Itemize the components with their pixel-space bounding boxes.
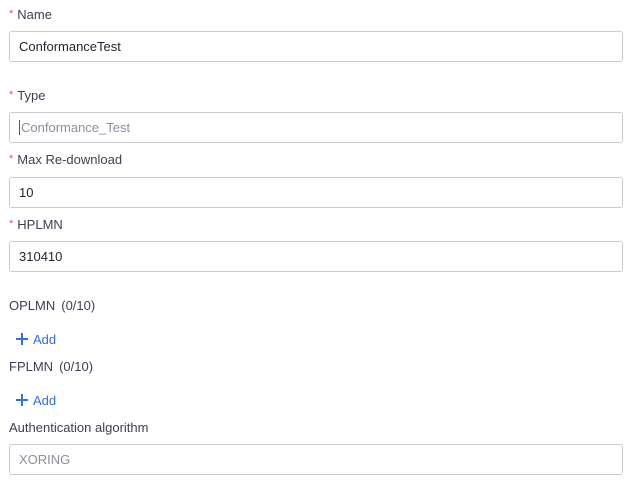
auth-algorithm-label: Authentication algorithm xyxy=(9,420,148,436)
hplmn-input[interactable]: 310410 xyxy=(9,241,623,272)
text-cursor xyxy=(19,120,20,136)
auth-algorithm-value: XORING xyxy=(19,452,71,467)
fplmn-label: FPLMN (0/10) xyxy=(9,359,93,375)
oplmn-label: OPLMN (0/10) xyxy=(9,298,95,314)
max-redownload-label-text: Max Re-download xyxy=(17,152,123,167)
plus-icon xyxy=(16,394,28,406)
type-label: * Type xyxy=(9,88,45,105)
oplmn-label-text: OPLMN xyxy=(9,298,56,313)
required-marker: * xyxy=(9,218,14,230)
required-marker: * xyxy=(9,153,14,165)
fplmn-count: (0/10) xyxy=(59,359,94,374)
max-redownload-value: 10 xyxy=(19,185,34,200)
required-marker: * xyxy=(9,8,14,20)
name-label-text: Name xyxy=(17,7,52,22)
name-input[interactable]: ConformanceTest xyxy=(9,31,623,62)
hplmn-value: 310410 xyxy=(19,249,63,264)
name-value: ConformanceTest xyxy=(19,39,121,54)
type-value: Conformance_Test xyxy=(21,120,131,135)
plus-icon xyxy=(16,333,28,345)
hplmn-label-text: HPLMN xyxy=(17,217,63,232)
max-redownload-input[interactable]: 10 xyxy=(9,177,623,208)
oplmn-add-label: Add xyxy=(33,331,57,347)
fplmn-add-button[interactable]: Add xyxy=(16,391,56,409)
oplmn-add-button[interactable]: Add xyxy=(16,330,56,348)
name-label: * Name xyxy=(9,7,52,24)
oplmn-count: (0/10) xyxy=(61,298,96,313)
auth-algorithm-label-text: Authentication algorithm xyxy=(9,420,149,435)
fplmn-label-text: FPLMN xyxy=(9,359,54,374)
fplmn-add-label: Add xyxy=(33,392,57,408)
type-label-text: Type xyxy=(17,88,46,103)
max-redownload-label: * Max Re-download xyxy=(9,152,122,169)
required-marker: * xyxy=(9,89,14,101)
hplmn-label: * HPLMN xyxy=(9,217,63,234)
type-input[interactable]: Conformance_Test xyxy=(9,112,623,143)
form: * Name ConformanceTest * Type Conformance_… xyxy=(0,0,632,482)
auth-algorithm-input[interactable]: XORING xyxy=(9,444,623,475)
